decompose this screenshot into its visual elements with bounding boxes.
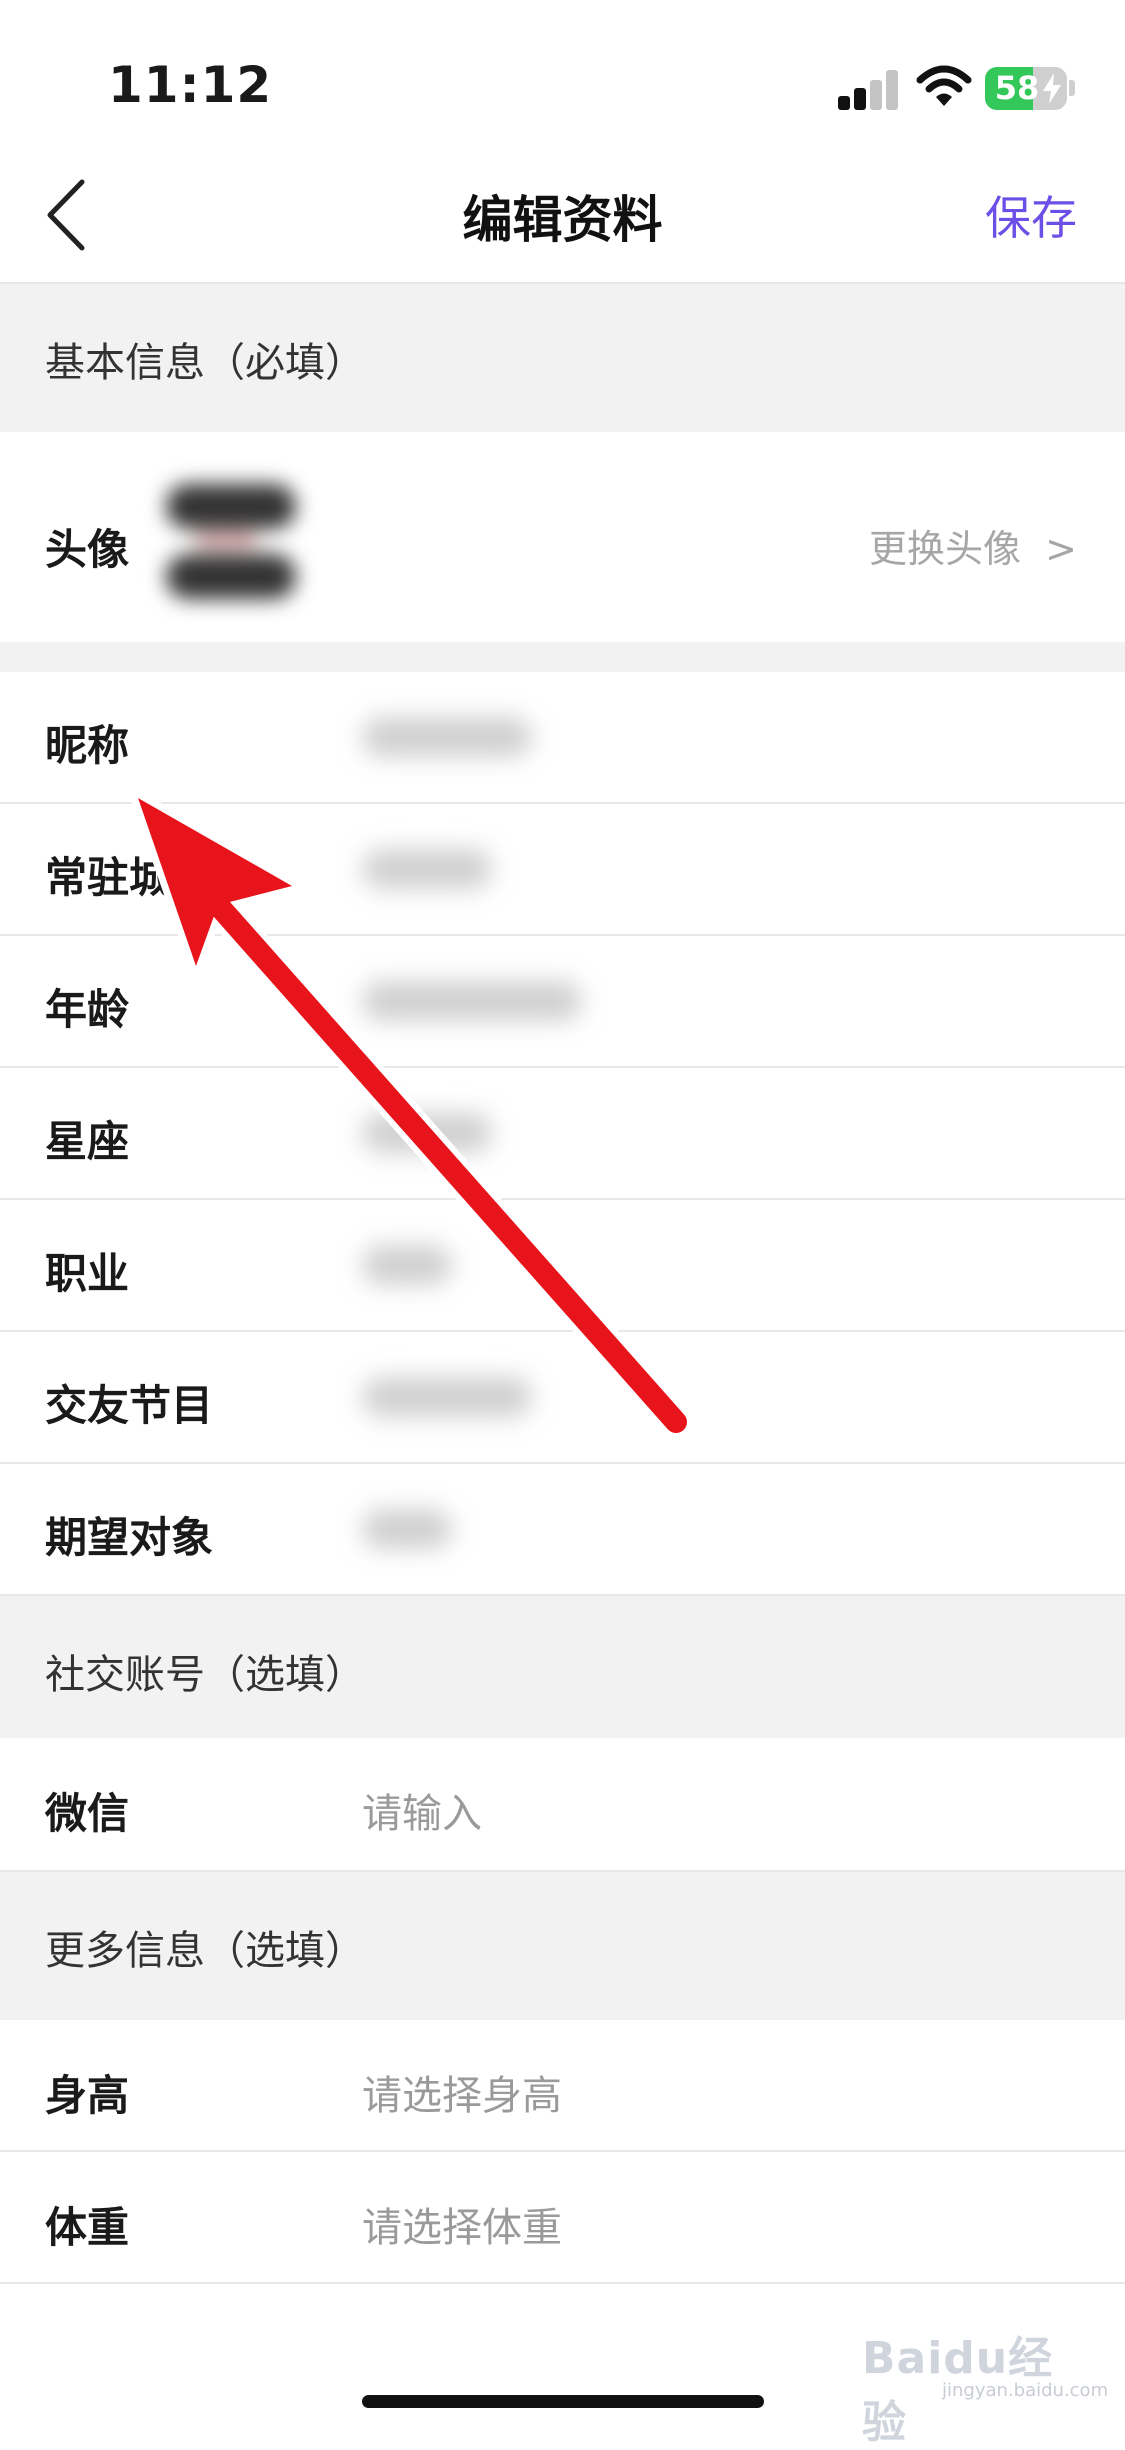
section-header-more: 更多信息（选填） bbox=[0, 1872, 1125, 2020]
watermark-logo: Baidu经验 jingyan.baidu.com bbox=[862, 2322, 1108, 2448]
section-title-more: 更多信息（选填） bbox=[45, 1928, 365, 1974]
field-value-redacted bbox=[362, 1245, 452, 1285]
section-gap bbox=[0, 642, 1125, 672]
section-header-social: 社交账号（选填） bbox=[0, 1596, 1125, 1738]
watermark-url: jingyan.baidu.com bbox=[942, 2380, 1109, 2401]
field-label-age: 年龄 bbox=[45, 985, 130, 1034]
change-avatar-link[interactable]: 更换头像 > bbox=[869, 518, 1077, 573]
field-value-redacted bbox=[362, 717, 532, 757]
wechat-input[interactable]: 请输入 bbox=[362, 1781, 482, 1839]
battery-level: 58 bbox=[994, 69, 1040, 107]
chevron-right-icon: > bbox=[1045, 527, 1077, 571]
status-bar: 11:12 58 bbox=[0, 0, 1125, 150]
field-value-redacted bbox=[362, 1509, 452, 1549]
height-select[interactable]: 请选择身高 bbox=[362, 2063, 562, 2121]
battery-tip bbox=[1069, 80, 1075, 96]
field-label-zodiac: 星座 bbox=[45, 1117, 130, 1166]
page-title: 编辑资料 bbox=[462, 191, 663, 249]
save-button[interactable]: 保存 bbox=[985, 182, 1077, 248]
field-row-city[interactable]: 常驻城市 bbox=[0, 804, 1125, 936]
field-value-redacted bbox=[362, 849, 492, 889]
field-label-occupation: 职业 bbox=[45, 1249, 130, 1298]
field-value-redacted bbox=[362, 1113, 492, 1153]
field-row-occupation[interactable]: 职业 bbox=[0, 1200, 1125, 1332]
field-label-target: 期望对象 bbox=[45, 1513, 214, 1562]
field-label-nickname: 昵称 bbox=[45, 721, 130, 770]
field-label-program: 交友节目 bbox=[45, 1381, 214, 1430]
avatar-row[interactable]: 头像 更换头像 > bbox=[0, 432, 1125, 642]
field-value-redacted bbox=[362, 981, 582, 1021]
field-label-wechat: 微信 bbox=[45, 1789, 130, 1838]
section-title-social: 社交账号（选填） bbox=[45, 1652, 365, 1698]
weight-select[interactable]: 请选择体重 bbox=[362, 2195, 562, 2253]
status-time: 11:12 bbox=[108, 56, 273, 114]
field-label-weight: 体重 bbox=[45, 2203, 130, 2252]
field-row-age[interactable]: 年龄 bbox=[0, 936, 1125, 1068]
field-row-height[interactable]: 身高 请选择身高 bbox=[0, 2020, 1125, 2152]
section-title-basic: 基本信息（必填） bbox=[45, 340, 365, 386]
section-header-basic: 基本信息（必填） bbox=[0, 284, 1125, 432]
field-label-city: 常驻城市 bbox=[45, 853, 214, 902]
field-row-program[interactable]: 交友节目 bbox=[0, 1332, 1125, 1464]
avatar-label: 头像 bbox=[45, 525, 130, 574]
avatar[interactable] bbox=[136, 454, 326, 619]
field-row-weight[interactable]: 体重 请选择体重 bbox=[0, 2152, 1125, 2284]
field-row-nickname[interactable]: 昵称 bbox=[0, 672, 1125, 804]
change-avatar-label: 更换头像 bbox=[868, 527, 1021, 571]
cellular-signal-icon bbox=[838, 70, 900, 110]
field-row-zodiac[interactable]: 星座 bbox=[0, 1068, 1125, 1200]
battery-icon: 58 bbox=[985, 67, 1067, 110]
field-value-redacted bbox=[362, 1377, 532, 1417]
navigation-bar: 编辑资料 保存 bbox=[0, 150, 1125, 284]
wifi-icon bbox=[916, 65, 972, 106]
field-row-target[interactable]: 期望对象 bbox=[0, 1464, 1125, 1596]
field-row-wechat[interactable]: 微信 请输入 bbox=[0, 1738, 1125, 1872]
field-label-height: 身高 bbox=[45, 2071, 130, 2120]
home-indicator[interactable] bbox=[362, 2395, 764, 2408]
charging-bolt-icon bbox=[1043, 73, 1061, 104]
